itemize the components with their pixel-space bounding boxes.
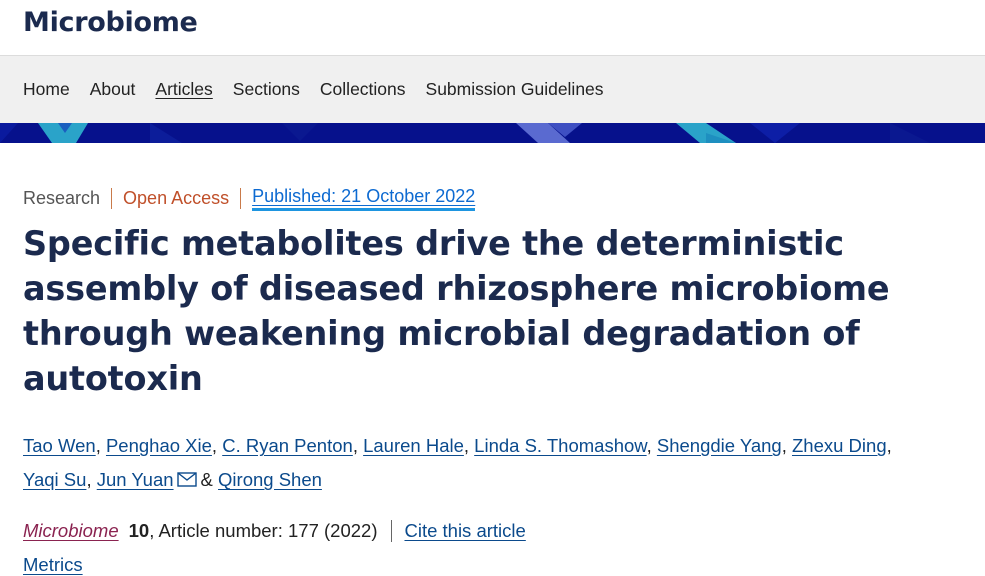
volume-number: 10 <box>128 520 150 541</box>
author-link[interactable]: Yaqi Su <box>23 469 86 490</box>
author-link[interactable]: Jun Yuan <box>97 469 174 490</box>
published-date-link[interactable]: Published: 21 October 2022 <box>252 185 476 211</box>
main-navigation: Home About Articles Sections Collections… <box>0 56 985 123</box>
cite-article-link[interactable]: Cite this article <box>404 520 525 542</box>
author-link[interactable]: C. Ryan Penton <box>222 435 353 456</box>
author-link[interactable]: Shengdie Yang <box>657 435 782 456</box>
author-link[interactable]: Qirong Shen <box>218 469 322 490</box>
envelope-icon[interactable] <box>176 464 197 498</box>
author-link[interactable]: Linda S. Thomashow <box>474 435 646 456</box>
nav-sections[interactable]: Sections <box>233 79 300 100</box>
author-list: Tao Wen, Penghao Xie, C. Ryan Penton, La… <box>23 429 963 498</box>
article-number: , Article number: 177 (2022) <box>149 520 393 542</box>
journal-link[interactable]: Microbiome <box>23 520 119 542</box>
banner-pattern <box>0 123 985 143</box>
author-link[interactable]: Tao Wen <box>23 435 96 456</box>
nav-home[interactable]: Home <box>23 79 70 100</box>
citation-row: Microbiome 10 , Article number: 177 (202… <box>23 516 985 546</box>
author-link[interactable]: Lauren Hale <box>363 435 464 456</box>
author-link[interactable]: Penghao Xie <box>106 435 212 456</box>
metrics-link[interactable]: Metrics <box>23 554 83 576</box>
nav-submission-guidelines[interactable]: Submission Guidelines <box>426 79 604 100</box>
author-link[interactable]: Zhexu Ding <box>792 435 887 456</box>
nav-articles[interactable]: Articles <box>155 79 212 100</box>
site-header: Microbiome <box>0 0 985 56</box>
open-access-badge: Open Access <box>112 187 242 209</box>
nav-about[interactable]: About <box>90 79 136 100</box>
journal-logo[interactable]: Microbiome <box>23 7 198 38</box>
article-title: Specific metabolites drive the determini… <box>23 224 890 398</box>
article-header: Research Open Access Published: 21 Octob… <box>0 183 985 576</box>
article-type: Research <box>23 187 113 209</box>
nav-collections[interactable]: Collections <box>320 79 406 100</box>
decorative-banner <box>0 123 985 143</box>
article-meta: Research Open Access Published: 21 Octob… <box>23 183 985 213</box>
